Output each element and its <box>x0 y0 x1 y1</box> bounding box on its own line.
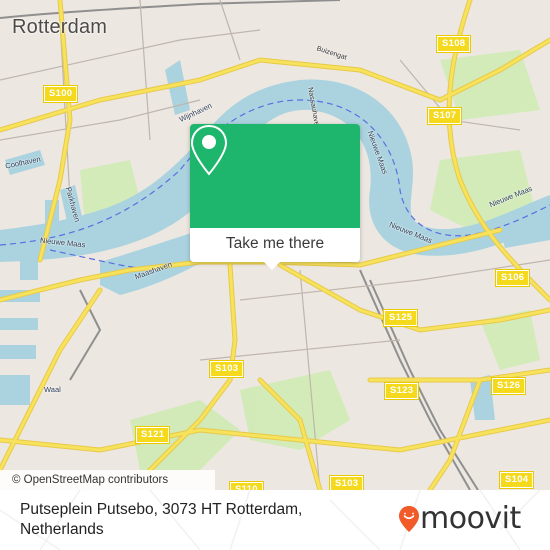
road-shield-s126: S126 <box>490 377 527 395</box>
minor-road <box>139 0 151 141</box>
popup-pointer <box>264 262 280 270</box>
road-shield-s121: S121 <box>134 426 171 444</box>
rail-line <box>69 289 102 381</box>
popup-header <box>190 124 360 228</box>
minor-road <box>199 339 401 361</box>
map-attribution[interactable]: © OpenStreetMap contributors <box>0 470 215 490</box>
road-shield-s107: S107 <box>426 107 463 125</box>
road-shield-s103: S103 <box>208 360 245 378</box>
take-me-there-button[interactable]: Take me there <box>190 228 360 262</box>
road-shield-s104: S104 <box>498 471 535 489</box>
water-label-waal: Waal <box>44 385 61 394</box>
road-shield-s100: S100 <box>42 85 79 103</box>
city-label: Rotterdam <box>12 16 108 38</box>
road-shield-s110: S110 <box>229 481 264 490</box>
harbor-basin <box>0 345 36 359</box>
address-text: Putseplein Putsebo, 3073 HT Rotterdam, N… <box>20 501 303 538</box>
road-shield-s106: S106 <box>494 269 531 287</box>
road-shield-s125: S125 <box>382 309 419 327</box>
harbor-basin <box>0 318 38 330</box>
road-shield-s123: S123 <box>383 382 420 400</box>
map-pin-icon <box>190 124 228 176</box>
location-popup[interactable]: Take me there <box>190 124 360 270</box>
harbor-basin <box>0 375 30 405</box>
minor-road <box>219 0 241 61</box>
harbor-basin <box>20 250 38 280</box>
map[interactable]: Rotterdam S100 S108 S107 S106 S125 S103 … <box>0 0 550 490</box>
moovit-wordmark: moovit <box>420 501 521 536</box>
footer: Putseplein Putsebo, 3073 HT Rotterdam, N… <box>0 490 550 550</box>
moovit-logo[interactable]: moovit <box>398 504 521 534</box>
road-shield-s108: S108 <box>435 35 472 53</box>
moovit-pin-icon <box>399 506 419 532</box>
road-shield-s103-south: S103 <box>328 475 365 490</box>
